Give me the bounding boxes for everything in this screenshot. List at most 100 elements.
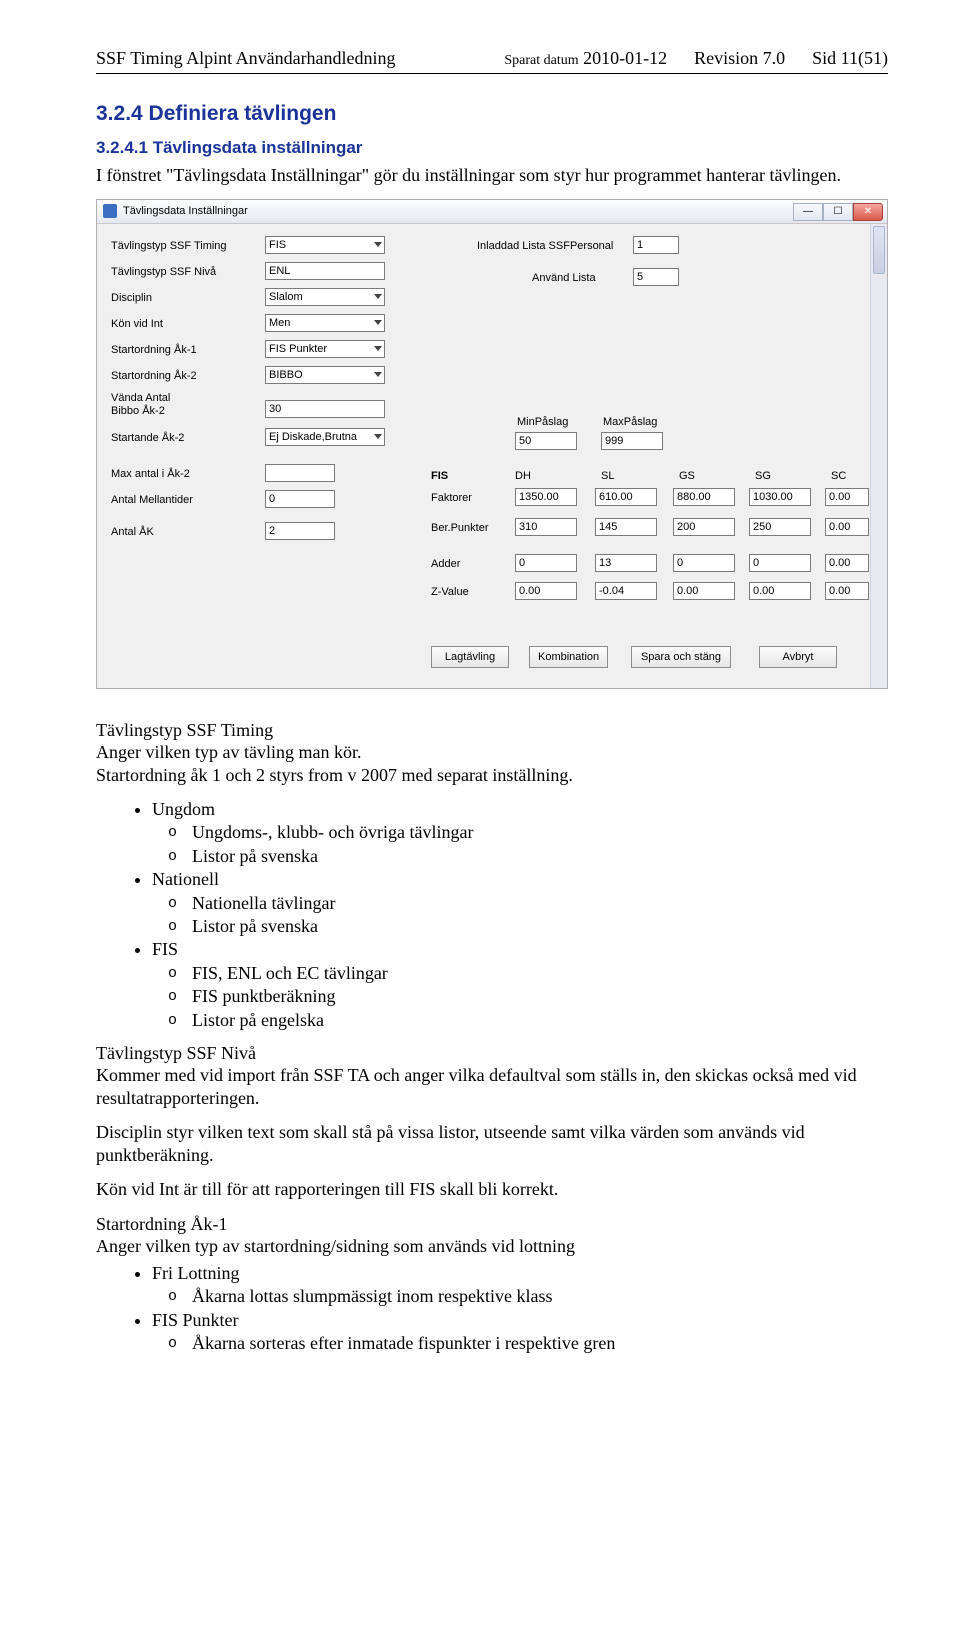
button-avbryt[interactable]: Avbryt [759, 646, 837, 668]
input-adder-sg[interactable] [749, 554, 811, 572]
label-zvalue: Z-Value [431, 586, 469, 598]
dropdown-kon-vid-int[interactable] [265, 314, 385, 332]
input-berpunkter-gs[interactable] [673, 518, 735, 536]
input-startordning-ak1[interactable] [265, 340, 385, 358]
input-anvand-lista[interactable] [633, 268, 679, 286]
input-berpunkter-sg[interactable] [749, 518, 811, 536]
input-zvalue-gs[interactable] [673, 582, 735, 600]
scrollbar-vertical[interactable] [870, 224, 887, 688]
window-maximize-button[interactable]: ☐ [823, 203, 853, 221]
bullet-fis-sub2: FIS punktberäkning [192, 985, 888, 1008]
scrollbar-thumb[interactable] [873, 226, 885, 274]
dropdown-startordning-ak1[interactable] [265, 340, 385, 358]
label-tavlingstyp-ssf-niva: Tävlingstyp SSF Nivå [111, 266, 216, 278]
bullet-fis-sub1: FIS, ENL och EC tävlingar [192, 962, 888, 985]
para-startordning-body: Anger vilken typ av startordning/sidning… [96, 1235, 888, 1258]
field-max-antal-ak2 [265, 464, 335, 482]
input-berpunkter-dh[interactable] [515, 518, 577, 536]
label-tavlingstyp-ssf-timing: Tävlingstyp SSF Timing [111, 240, 227, 252]
field-antal-mellantider [265, 490, 335, 508]
input-adder-dh[interactable] [515, 554, 577, 572]
para-startordning-head: Startordning Åk-1 [96, 1213, 888, 1236]
input-startande-ak2[interactable] [265, 428, 385, 446]
button-kombination[interactable]: Kombination [529, 646, 608, 668]
button-spara-och-stang[interactable]: Spara och stäng [631, 646, 731, 668]
label-kon-vid-int: Kön vid Int [111, 318, 163, 330]
colhead-sl: SL [601, 470, 614, 482]
input-zvalue-sl[interactable] [595, 582, 657, 600]
label-faktorer: Faktorer [431, 492, 472, 504]
window-minimize-button[interactable]: — [793, 203, 823, 221]
input-faktorer-sg[interactable] [749, 488, 811, 506]
para-startordning-note: Startordning åk 1 och 2 styrs from v 200… [96, 764, 888, 787]
saved-date: 2010-01-12 [583, 48, 667, 68]
colhead-dh: DH [515, 470, 531, 482]
bullet-nationell-sub1: Nationella tävlingar [192, 892, 888, 915]
bullet-fispunkter: FIS Punkter Åkarna sorteras efter inmata… [152, 1309, 888, 1356]
bullet-frilottning: Fri Lottning Åkarna lottas slumpmässigt … [152, 1262, 888, 1309]
dropdown-disciplin[interactable] [265, 288, 385, 306]
input-faktorer-dh[interactable] [515, 488, 577, 506]
input-tavlingstyp-ssf-timing[interactable] [265, 236, 385, 254]
bullet-fis-label: FIS [152, 939, 178, 959]
input-antal-ak[interactable] [265, 522, 335, 540]
input-inladdad-lista[interactable] [633, 236, 679, 254]
input-berpunkter-sc[interactable] [825, 518, 869, 536]
section-3241-body: I fönstret "Tävlingsdata Inställningar" … [96, 164, 888, 187]
input-zvalue-dh[interactable] [515, 582, 577, 600]
bullet-fispunkter-sub1: Åkarna sorteras efter inmatade fispunkte… [192, 1332, 888, 1355]
bullet-ungdom: Ungdom Ungdoms-, klubb- och övriga tävli… [152, 798, 888, 868]
header-left: SSF Timing Alpint Användarhandledning [96, 48, 396, 69]
bullet-ungdom-label: Ungdom [152, 799, 215, 819]
colhead-sg: SG [755, 470, 771, 482]
label-vanda-antal: Vända Antal [111, 392, 170, 404]
input-faktorer-sc[interactable] [825, 488, 869, 506]
dropdown-startordning-ak2[interactable] [265, 366, 385, 384]
input-zvalue-sc[interactable] [825, 582, 869, 600]
label-minpaslag: MinPåslag [517, 416, 568, 428]
para-niva-head: Tävlingstyp SSF Nivå [96, 1042, 888, 1065]
label-startordning-ak1: Startordning Åk-1 [111, 344, 197, 356]
dialog-titlebar: Tävlingsdata Inställningar — ☐ ✕ [97, 200, 887, 224]
input-max-antal-ak2[interactable] [265, 464, 335, 482]
bullet-frilottning-sub1: Åkarna lottas slumpmässigt inom respekti… [192, 1285, 888, 1308]
input-adder-sl[interactable] [595, 554, 657, 572]
input-faktorer-gs[interactable] [673, 488, 735, 506]
input-adder-gs[interactable] [673, 554, 735, 572]
dropdown-tavlingstyp-ssf-timing[interactable] [265, 236, 385, 254]
input-disciplin[interactable] [265, 288, 385, 306]
input-antal-mellantider[interactable] [265, 490, 335, 508]
label-antal-mellantider: Antal Mellantider [111, 494, 193, 506]
saved-label: Sparat datum [504, 53, 578, 68]
bullet-fis: FIS FIS, ENL och EC tävlingar FIS punktb… [152, 938, 888, 1032]
bullet-fis-sub3: Listor på engelska [192, 1009, 888, 1032]
input-zvalue-sg[interactable] [749, 582, 811, 600]
dropdown-startande-ak2[interactable] [265, 428, 385, 446]
colhead-sc: SC [831, 470, 846, 482]
header-rule [96, 73, 888, 74]
input-startordning-ak2[interactable] [265, 366, 385, 384]
dialog-title: Tävlingsdata Inställningar [123, 205, 248, 217]
input-faktorer-sl[interactable] [595, 488, 657, 506]
input-berpunkter-sl[interactable] [595, 518, 657, 536]
input-adder-sc[interactable] [825, 554, 869, 572]
input-kon-vid-int[interactable] [265, 314, 385, 332]
label-maxpaslag: MaxPåslag [603, 416, 657, 428]
window-close-button[interactable]: ✕ [853, 203, 883, 221]
para-kon-vid-int: Kön vid Int är till för att rapportering… [96, 1178, 888, 1201]
page-number: Sid 11(51) [812, 48, 888, 68]
input-vanda-antal[interactable] [265, 400, 385, 418]
bullet-nationell-sub2: Listor på svenska [192, 915, 888, 938]
label-adder: Adder [431, 558, 460, 570]
label-disciplin: Disciplin [111, 292, 152, 304]
input-tavlingstyp-ssf-niva[interactable] [265, 262, 385, 280]
button-lagtavling[interactable]: Lagtävling [431, 646, 509, 668]
label-berpunkter: Ber.Punkter [431, 522, 488, 534]
input-minpaslag[interactable] [515, 432, 577, 450]
input-maxpaslag[interactable] [601, 432, 663, 450]
bullet-ungdom-sub1: Ungdoms-, klubb- och övriga tävlingar [192, 821, 888, 844]
bullet-nationell-label: Nationell [152, 869, 219, 889]
bullet-fispunkter-label: FIS Punkter [152, 1310, 239, 1330]
bullet-list-startordning: Fri Lottning Åkarna lottas slumpmässigt … [96, 1262, 888, 1356]
dialog-tavlingsdata: Tävlingsdata Inställningar — ☐ ✕ Tävling… [96, 199, 888, 689]
